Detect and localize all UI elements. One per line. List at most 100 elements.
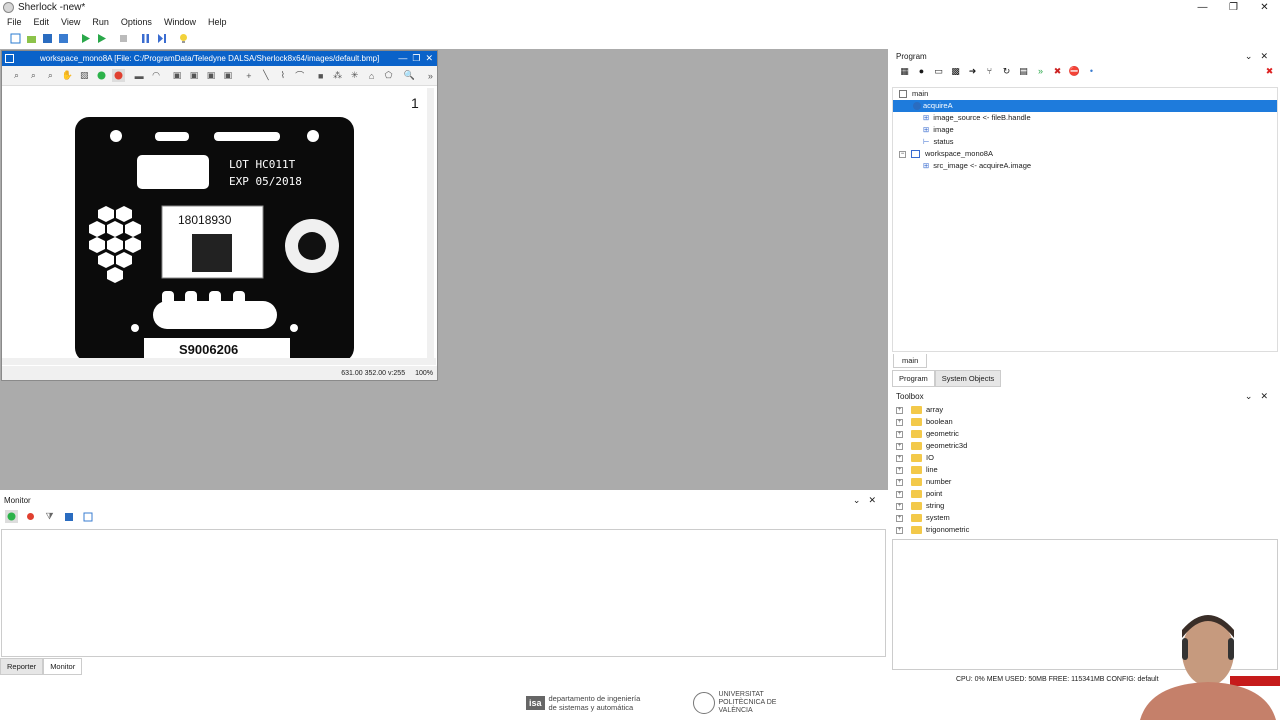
tab-reporter[interactable]: Reporter: [0, 658, 44, 675]
toolbox-controls[interactable]: ⌄✕: [1245, 391, 1280, 402]
arc-tool-icon[interactable]: ◠: [150, 69, 163, 82]
add-roi-icon[interactable]: ▩: [949, 65, 962, 78]
tree-node-main[interactable]: main: [893, 88, 1277, 100]
menu-help[interactable]: Help: [201, 17, 232, 27]
menu-file[interactable]: File: [0, 17, 27, 27]
tree-node-workspace[interactable]: − workspace_mono8A: [893, 148, 1277, 160]
rectangle-tool-icon[interactable]: ▬: [133, 69, 146, 82]
stop-sign-icon[interactable]: ⛔: [1068, 65, 1081, 78]
toolbox-item-array[interactable]: + array: [892, 404, 1278, 416]
toolbox-item-string[interactable]: + string: [892, 500, 1278, 512]
overflow-chevron-icon[interactable]: »: [424, 69, 437, 82]
add-loop-icon[interactable]: ↻: [1000, 65, 1013, 78]
red-dot-icon[interactable]: [111, 69, 125, 82]
tab-main[interactable]: main: [893, 354, 928, 368]
expand-icon[interactable]: +: [896, 490, 903, 498]
spoke-tool-icon[interactable]: ⁂: [331, 69, 344, 82]
add-window-icon[interactable]: ▭: [932, 65, 945, 78]
panel-controls[interactable]: ⌄✕: [1245, 51, 1280, 62]
expand-icon[interactable]: +: [896, 454, 903, 462]
pan-hand-icon[interactable]: ✋: [61, 69, 74, 82]
add-branch-icon[interactable]: ⑂: [983, 65, 996, 78]
tab-monitor[interactable]: Monitor: [43, 658, 83, 675]
save-monitor-icon[interactable]: [62, 510, 75, 523]
tree-node-acquirea[interactable]: acquireA: [893, 100, 1277, 112]
toolbox-item-boolean[interactable]: + boolean: [892, 416, 1278, 428]
run-continuous-icon[interactable]: [95, 32, 108, 45]
tree-node-status[interactable]: ⊢ status: [893, 136, 1277, 148]
toolbox-item-geometric3d[interactable]: + geometric3d: [892, 440, 1278, 452]
save-icon[interactable]: [41, 32, 54, 45]
roi-tool-icon[interactable]: ▣: [171, 69, 184, 82]
remove-icon[interactable]: ✖: [1051, 65, 1064, 78]
tree-node-src-image[interactable]: ⊞ src_image <- acquireA.image: [893, 160, 1277, 172]
menu-view[interactable]: View: [54, 17, 85, 27]
toolbox-item-line[interactable]: + line: [892, 464, 1278, 476]
maximize-button[interactable]: ❐: [1218, 0, 1249, 15]
expand-icon[interactable]: +: [896, 430, 903, 438]
add-comment-icon[interactable]: ▤: [1017, 65, 1030, 78]
expand-icon[interactable]: +: [896, 502, 903, 510]
polyline-tool-icon[interactable]: ⌇: [276, 69, 289, 82]
arch-tool-icon[interactable]: ⌂: [365, 69, 378, 82]
new-icon[interactable]: [9, 32, 22, 45]
step-icon[interactable]: [155, 32, 168, 45]
polygon-tool-icon[interactable]: ⬠: [382, 69, 395, 82]
toolbox-item-number[interactable]: + number: [892, 476, 1278, 488]
pause-icon[interactable]: [139, 32, 152, 45]
open-icon[interactable]: [25, 32, 38, 45]
save-all-icon[interactable]: [57, 32, 70, 45]
image-close-button[interactable]: ✕: [425, 53, 433, 64]
menu-options[interactable]: Options: [114, 17, 157, 27]
dot-icon[interactable]: •: [1085, 65, 1098, 78]
tree-node-image-source[interactable]: ⊞ image_source <- fileB.handle: [893, 112, 1277, 124]
forward-icon[interactable]: »: [1034, 65, 1047, 78]
minimize-button[interactable]: —: [1187, 0, 1218, 15]
expand-icon[interactable]: +: [896, 478, 903, 486]
toolbox-item-geometric[interactable]: + geometric: [892, 428, 1278, 440]
stop-icon[interactable]: [117, 32, 130, 45]
lightbulb-icon[interactable]: [177, 32, 190, 45]
toolbox-item-trigonometric[interactable]: + trigonometric: [892, 524, 1278, 536]
start-monitor-icon[interactable]: [5, 510, 18, 523]
tab-system-objects[interactable]: System Objects: [934, 370, 1002, 387]
tree-node-image[interactable]: ⊞ image: [893, 124, 1277, 136]
add-image-window-icon[interactable]: ▦: [898, 65, 911, 78]
expand-icon[interactable]: +: [896, 526, 903, 534]
toolbox-item-io[interactable]: + IO: [892, 452, 1278, 464]
zoom-out-icon[interactable]: ⌕: [44, 69, 57, 82]
expand-icon[interactable]: +: [896, 514, 903, 522]
point-tool-icon[interactable]: +: [242, 69, 255, 82]
menu-run[interactable]: Run: [85, 17, 114, 27]
fit-image-icon[interactable]: ▧: [78, 69, 91, 82]
roi-tool-4-icon[interactable]: ▣: [221, 69, 234, 82]
magnifier-icon[interactable]: 🔍: [403, 69, 416, 82]
run-once-icon[interactable]: [79, 32, 92, 45]
clear-monitor-icon[interactable]: [81, 510, 94, 523]
expand-icon[interactable]: +: [896, 418, 903, 426]
toolbox-item-system[interactable]: + system: [892, 512, 1278, 524]
menu-edit[interactable]: Edit: [27, 17, 55, 27]
add-acquire-icon[interactable]: ●: [915, 65, 928, 78]
delete-red-icon[interactable]: ✖: [1263, 65, 1276, 78]
area-tool-icon[interactable]: ■: [314, 69, 327, 82]
image-vertical-scrollbar[interactable]: [427, 88, 434, 358]
image-minimize-button[interactable]: —: [398, 53, 407, 64]
menu-window[interactable]: Window: [157, 17, 201, 27]
expand-icon[interactable]: +: [896, 406, 903, 414]
expand-icon[interactable]: +: [896, 466, 903, 474]
filter-icon[interactable]: ⧩: [43, 510, 56, 523]
close-button[interactable]: ✕: [1249, 0, 1280, 15]
roi-tool-3-icon[interactable]: ▣: [204, 69, 217, 82]
image-horizontal-scrollbar[interactable]: [2, 358, 436, 365]
zoom-fit-icon[interactable]: ⌕: [10, 69, 23, 82]
tab-program[interactable]: Program: [892, 370, 935, 387]
stop-monitor-icon[interactable]: [24, 510, 37, 523]
curve-tool-icon[interactable]: ⌒: [293, 69, 306, 82]
star-tool-icon[interactable]: ✳: [348, 69, 361, 82]
image-canvas[interactable]: LOT HC011T EXP 05/2018 18018930 S9006206: [2, 88, 428, 358]
zoom-in-icon[interactable]: ⌕: [27, 69, 40, 82]
monitor-controls[interactable]: ⌄✕: [853, 495, 888, 506]
expand-icon[interactable]: +: [896, 442, 903, 450]
add-arrow-icon[interactable]: ➜: [966, 65, 979, 78]
